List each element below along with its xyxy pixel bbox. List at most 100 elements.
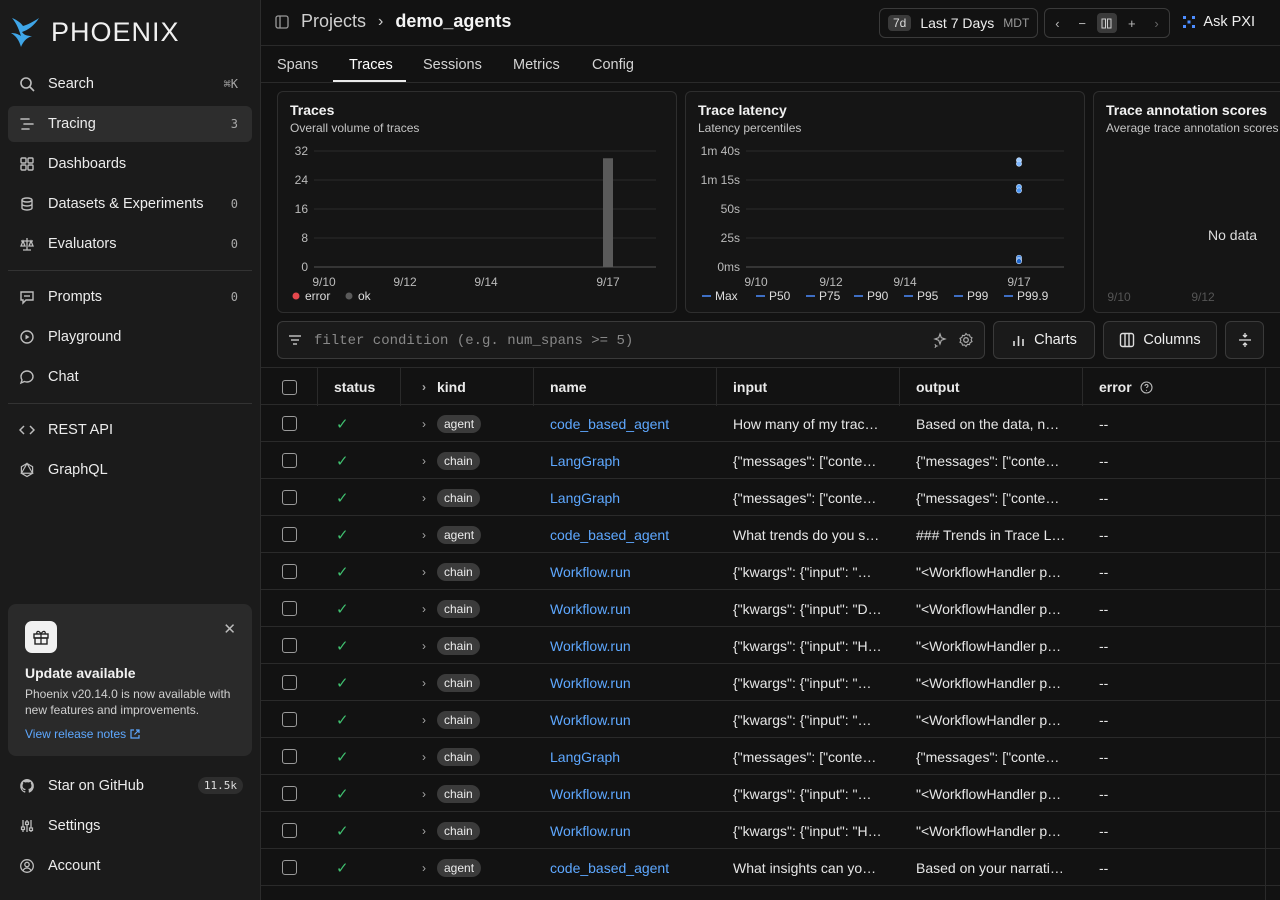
filter-input[interactable]: filter condition (e.g. num_spans >= 5) (314, 333, 633, 349)
columns-toggle-icon[interactable] (1096, 13, 1117, 33)
chevron-right-icon[interactable]: › (422, 861, 426, 875)
zoom-in-icon[interactable]: + (1122, 13, 1142, 33)
ask-pxi-button[interactable]: Ask PXI (1182, 14, 1255, 30)
trace-name-link[interactable]: LangGraph (550, 490, 620, 506)
trace-name-link[interactable]: LangGraph (550, 749, 620, 765)
sidebar-item-rest-api[interactable]: REST API (8, 412, 252, 448)
row-checkbox[interactable] (282, 823, 297, 838)
trace-name-link[interactable]: code_based_agent (550, 860, 669, 876)
row-checkbox[interactable] (282, 416, 297, 431)
sidebar-item-account[interactable]: Account (8, 848, 252, 884)
chevron-right-icon[interactable]: › (422, 713, 426, 727)
row-checkbox[interactable] (282, 490, 297, 505)
table-row[interactable]: ✓ › chain LangGraph {"messages": ["conten… {"… (261, 442, 1280, 479)
sidebar-item-evaluators[interactable]: Evaluators 0 (8, 226, 252, 262)
sidebar-item-datasets[interactable]: Datasets & Experiments 0 (8, 186, 252, 222)
trace-name-link[interactable]: Workflow.run (550, 786, 631, 802)
row-density-button[interactable] (1225, 321, 1264, 359)
chevron-right-icon[interactable]: › (422, 787, 426, 801)
name-cell: code_based_agent (550, 849, 715, 886)
chevron-right-icon[interactable]: › (422, 528, 426, 542)
trace-name-link[interactable]: LangGraph (550, 453, 620, 469)
time-range-picker[interactable]: 7d Last 7 Days MDT (879, 8, 1039, 38)
row-checkbox[interactable] (282, 527, 297, 542)
select-all-checkbox[interactable] (282, 379, 297, 395)
column-header-label: kind (437, 379, 466, 395)
row-checkbox[interactable] (282, 638, 297, 653)
trace-name-link[interactable]: Workflow.run (550, 823, 631, 839)
chevron-left-icon[interactable]: ‹ (1047, 13, 1067, 33)
gear-icon[interactable] (958, 332, 974, 348)
sidebar-item-settings[interactable]: Settings (8, 808, 252, 844)
sidebar-item-prompts[interactable]: Prompts 0 (8, 279, 252, 315)
chevron-right-icon[interactable]: › (422, 639, 426, 653)
charts-button[interactable]: Charts (993, 321, 1095, 359)
zoom-out-icon[interactable]: − (1072, 13, 1092, 33)
table-row[interactable]: ✓ › chain Workflow.run {"kwargs": {"input": … (261, 701, 1280, 738)
columns-button[interactable]: Columns (1103, 321, 1217, 359)
row-checkbox[interactable] (282, 860, 297, 875)
sidebar-toggle-icon[interactable] (275, 14, 289, 29)
chevron-right-icon[interactable]: › (422, 454, 426, 468)
table-row[interactable]: ✓ › chain Workflow.run {"kwargs": {"input": … (261, 775, 1280, 812)
row-select-cell (282, 701, 312, 738)
trace-name-link[interactable]: Workflow.run (550, 601, 631, 617)
sidebar-item-github[interactable]: Star on GitHub 11.5k (8, 768, 252, 804)
tab-metrics[interactable]: Metrics (513, 57, 560, 73)
row-checkbox[interactable] (282, 786, 297, 801)
trace-name-link[interactable]: code_based_agent (550, 527, 669, 543)
column-header-output[interactable]: output (900, 368, 1083, 406)
trace-name-link[interactable]: Workflow.run (550, 564, 631, 580)
chevron-right-icon[interactable]: › (422, 565, 426, 579)
trace-name-link[interactable]: Workflow.run (550, 638, 631, 654)
table-row[interactable]: ✓ › chain LangGraph {"messages": ["conten… {"… (261, 479, 1280, 516)
sidebar-item-dashboards[interactable]: Dashboards (8, 146, 252, 182)
column-header-kind[interactable]: › kind (401, 368, 534, 406)
table-row[interactable]: ✓ › agent code_based_agent What insights can… (261, 849, 1280, 886)
chevron-right-icon[interactable]: › (422, 602, 426, 616)
table-row[interactable]: ✓ › chain Workflow.run {"kwargs": {"input": … (261, 590, 1280, 627)
chevron-right-icon[interactable]: › (422, 491, 426, 505)
column-header-status[interactable]: status (318, 368, 401, 406)
tab-traces[interactable]: Traces (349, 57, 393, 73)
chevron-right-icon[interactable]: › (1147, 13, 1167, 33)
column-header-error[interactable]: error (1083, 368, 1266, 406)
phoenix-logo[interactable]: PHOENIX (9, 14, 180, 50)
tab-sessions[interactable]: Sessions (423, 57, 482, 73)
trace-name-link[interactable]: code_based_agent (550, 416, 669, 432)
help-icon[interactable] (1140, 380, 1153, 394)
tab-spans[interactable]: Spans (277, 57, 318, 73)
row-checkbox[interactable] (282, 601, 297, 616)
breadcrumb-projects[interactable]: Projects (301, 11, 366, 32)
tab-config[interactable]: Config (592, 57, 634, 73)
table-row[interactable]: ✓ › chain Workflow.run {"kwargs": {"input": … (261, 627, 1280, 664)
close-icon[interactable]: ✕ (223, 620, 236, 638)
sidebar-item-search[interactable]: Search ⌘K (8, 66, 252, 102)
sidebar-item-chat[interactable]: Chat (8, 359, 252, 395)
row-checkbox[interactable] (282, 749, 297, 764)
chevron-right-icon[interactable]: › (422, 417, 426, 431)
row-checkbox[interactable] (282, 564, 297, 579)
trace-name-link[interactable]: Workflow.run (550, 675, 631, 691)
column-header-name[interactable]: name (534, 368, 717, 406)
ai-sparkle-icon[interactable] (932, 332, 948, 348)
table-row[interactable]: ✓ › agent code_based_agent What trends do yo… (261, 516, 1280, 553)
row-checkbox[interactable] (282, 712, 297, 727)
sidebar-item-graphql[interactable]: GraphQL (8, 452, 252, 488)
chevron-right-icon[interactable]: › (422, 676, 426, 690)
column-header-input[interactable]: input (717, 368, 900, 406)
release-notes-link[interactable]: View release notes (25, 727, 235, 741)
table-row[interactable]: ✓ › agent code_based_agent How many of my tr… (261, 405, 1280, 442)
row-checkbox[interactable] (282, 453, 297, 468)
table-row[interactable]: ✓ › chain Workflow.run {"kwargs": {"input": … (261, 812, 1280, 849)
row-checkbox[interactable] (282, 675, 297, 690)
chevron-right-icon[interactable]: › (422, 750, 426, 764)
trace-name-link[interactable]: Workflow.run (550, 712, 631, 728)
table-row[interactable]: ✓ › chain LangGraph {"messages": ["conten… {"… (261, 738, 1280, 775)
table-row[interactable]: ✓ › chain Workflow.run {"kwargs": {"input": … (261, 553, 1280, 590)
chart-subtitle: Latency percentiles (698, 121, 802, 135)
chevron-right-icon[interactable]: › (422, 824, 426, 838)
sidebar-item-playground[interactable]: Playground (8, 319, 252, 355)
sidebar-item-tracing[interactable]: Tracing 3 (8, 106, 252, 142)
table-row[interactable]: ✓ › chain Workflow.run {"kwargs": {"input": … (261, 664, 1280, 701)
